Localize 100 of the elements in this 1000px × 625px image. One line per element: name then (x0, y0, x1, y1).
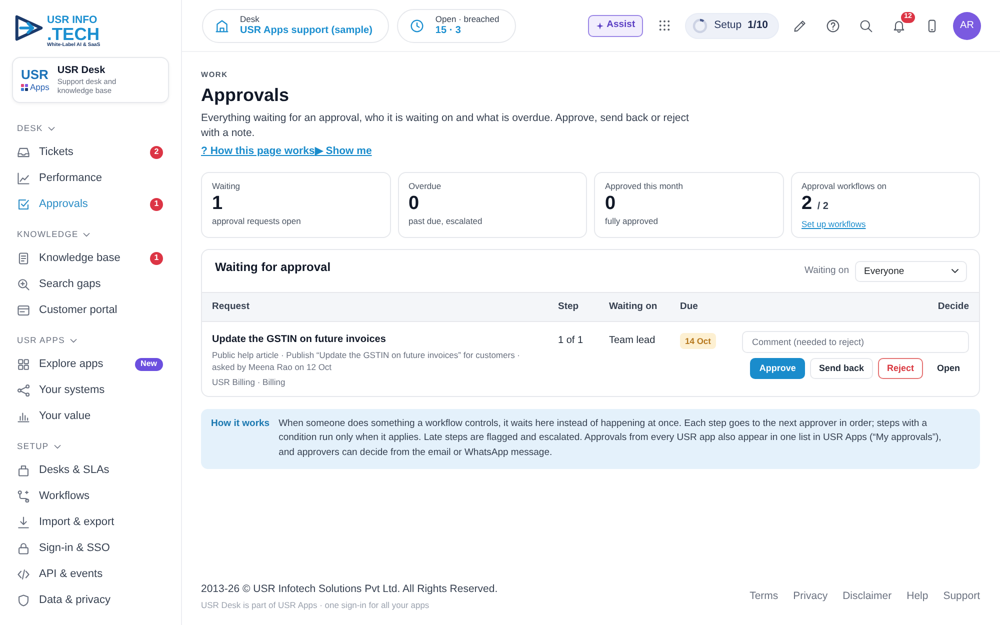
share-icon (17, 384, 30, 396)
house-icon (215, 18, 229, 32)
route-icon (17, 490, 30, 502)
count-badge: 2 (150, 146, 163, 158)
page-description: Everything waiting for an approval, who it is waiting on and what is overdue. Approve, send back or reject with a note. (201, 111, 690, 141)
shield-icon (17, 594, 30, 606)
sidebar-item[interactable]: Import & export (0, 509, 181, 535)
table-cell: Team lead (599, 322, 670, 396)
stat-value: 1 (212, 193, 223, 214)
stat-label: Overdue (408, 181, 442, 192)
sidebar-item[interactable]: Workflows (0, 483, 181, 509)
stat-value: 0 (408, 193, 420, 214)
copyright-text: 2013-26 © USR Infotech Solutions Pvt Ltd. All Rights Reserved. (201, 582, 498, 596)
bell-icon (892, 18, 906, 32)
stat-note: past due, escalated (408, 216, 482, 227)
request-title: Update the GSTIN on future invoices (212, 333, 387, 346)
sidebar-item[interactable]: Approvals 1 (0, 191, 181, 217)
search-icon (859, 18, 873, 32)
section-toggle[interactable]: DESK (0, 111, 56, 139)
request-details: Public help article · Publish “Update the GSTIN on future invoices” for customers · asked by Meena Rao on 12 Oct (212, 349, 522, 373)
line-chart-icon (17, 172, 30, 184)
due-date-badge: 14 Oct (680, 333, 716, 349)
footer-link[interactable]: Terms (750, 588, 778, 604)
setup-button[interactable]: Setup 1/10 (685, 12, 779, 38)
sidebar-item[interactable]: Tickets 2 (0, 139, 181, 165)
card-icon (17, 304, 30, 316)
clock-icon (410, 18, 424, 32)
logo-title: .TECH (47, 26, 100, 42)
page-title: Approvals (201, 84, 290, 106)
count-badge: 1 (150, 252, 163, 264)
callout-label: How it works (211, 416, 270, 430)
lock-icon (17, 542, 30, 554)
app-mark-text: USR (21, 68, 48, 81)
stat-note: fully approved (605, 216, 658, 227)
context-pill[interactable]: Open · breached 15 · 3 (397, 8, 516, 42)
stat-value: 2 / 2 (802, 193, 828, 216)
sidebar-item[interactable]: Data & privacy (0, 587, 181, 613)
footer-link[interactable]: Disclaimer (842, 588, 892, 604)
dots-grid-icon (658, 20, 670, 31)
filter-label: Waiting on (804, 264, 849, 278)
section-toggle[interactable]: SETUP (0, 429, 62, 457)
pill-label: Open · breached (435, 14, 500, 25)
section-toggle[interactable]: USR APPS (0, 323, 78, 351)
sparkle-icon (596, 22, 604, 30)
pill-value: 15 · 3 (435, 25, 461, 37)
footer-link[interactable]: Help (906, 588, 928, 604)
footer-note: USR Desk is part of USR Apps · one sign-in for all your apps (201, 599, 430, 611)
app-name: USR Desk (57, 64, 106, 76)
sidebar-item[interactable]: Performance (0, 165, 181, 191)
pill-label: Desk (240, 14, 260, 25)
callout-text: When someone does something a workflow controls, it waits here instead of happening at once. Each step goes to the next approver in order; steps with a condition run only when it applies. Late steps are flagged and escalated. Approvals from every USR app also appear in one list in USR Apps (“My approvals”), and approvers can decide from the email or WhatsApp message. (278, 416, 942, 460)
app-mark-caption: Apps (30, 82, 50, 92)
demo-link[interactable]: ▶ Show me (314, 145, 372, 158)
logo-title: USR INFO (47, 15, 98, 26)
inbox-icon (17, 146, 30, 158)
avatar[interactable]: AR (953, 12, 981, 40)
sidebar-item[interactable]: Search gaps (0, 271, 181, 297)
section-toggle[interactable]: KNOWLEDGE (0, 217, 92, 245)
request-source: USR Billing · Billing (212, 376, 286, 388)
app-dots-icon (21, 84, 28, 90)
action-button[interactable]: Reject (878, 358, 923, 379)
column-header: Due (670, 292, 732, 322)
stat-label: Approval workflows on (802, 181, 887, 192)
footer-link[interactable]: Support (943, 588, 980, 604)
sidebar-item[interactable]: Desks & SLAs (0, 457, 181, 483)
action-button[interactable]: Approve (750, 358, 805, 379)
sidebar-item[interactable]: Sign-in & SSO (0, 535, 181, 561)
sidebar-item[interactable]: Knowledge base 1 (0, 245, 181, 271)
panel-title: Waiting for approval (215, 260, 331, 274)
help-icon (826, 18, 840, 32)
stat-label: Approved this month (605, 181, 683, 192)
document-icon (17, 252, 30, 264)
stat-value: 0 (605, 193, 616, 214)
sidebar-item[interactable]: Your systems (0, 377, 181, 403)
assist-button[interactable]: Assist (588, 14, 644, 36)
checkbox-icon (17, 198, 30, 210)
stat-link[interactable]: Set up workflows (802, 219, 866, 230)
sidebar-item[interactable]: Your value (0, 403, 181, 429)
context-pill[interactable]: Desk USR Apps support (sample) (202, 8, 390, 42)
table-cell: 1 of 1 (548, 322, 599, 396)
guide-link[interactable]: ? How this page works (201, 145, 315, 158)
sidebar-item[interactable]: Explore apps New (0, 351, 181, 377)
footer-link[interactable]: Privacy (793, 588, 828, 604)
bag-icon (17, 464, 30, 476)
pill-value: USR Apps support (sample) (240, 25, 372, 37)
bar-chart-icon (17, 410, 30, 422)
waiting-on-select[interactable]: Everyone (855, 260, 967, 282)
download-icon (17, 516, 30, 528)
logo-icon (14, 14, 44, 42)
column-header: Step (548, 292, 599, 322)
stat-note: approval requests open (212, 216, 301, 227)
column-header: Decide (732, 292, 979, 322)
sidebar-item[interactable]: API & events (0, 561, 181, 587)
sidebar-item[interactable]: Customer portal (0, 297, 181, 323)
new-badge: New (134, 358, 163, 370)
count-badge: 1 (150, 198, 163, 210)
action-button[interactable]: Send back (810, 358, 873, 379)
comment-field[interactable]: Comment (needed to reject) (742, 331, 969, 353)
column-header: Waiting on (599, 292, 670, 322)
column-header: Request (202, 292, 548, 322)
